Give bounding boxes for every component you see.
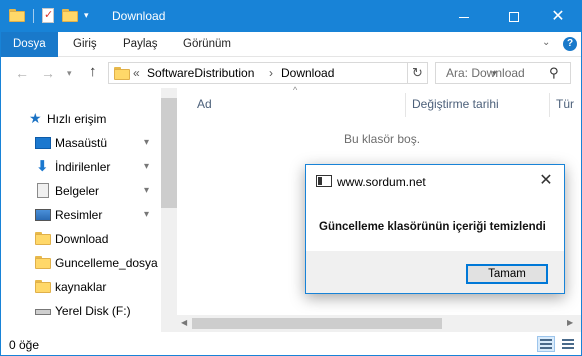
column-divider[interactable] — [405, 93, 406, 117]
search-input[interactable] — [436, 63, 546, 83]
tab-file[interactable]: Dosya — [1, 32, 58, 57]
column-header-name[interactable]: Ad — [197, 97, 212, 121]
sort-indicator-icon: ^ — [293, 85, 298, 95]
minimize-button[interactable] — [441, 1, 487, 32]
app-window-icon — [316, 175, 332, 187]
navigation-bar: ← → ▾ ↑ « SoftwareDistribution › Downloa… — [1, 58, 581, 88]
window-title: Download — [112, 9, 166, 23]
tab-view[interactable]: Görünüm — [183, 32, 231, 57]
sidebar-item-kaynaklar[interactable]: kaynaklar — [1, 276, 161, 298]
forward-button[interactable]: → — [41, 65, 55, 81]
minimize-icon — [459, 16, 469, 18]
tab-home[interactable]: Giriş — [73, 32, 97, 57]
dialog-title: www.sordum.net — [337, 175, 426, 189]
maximize-button[interactable] — [491, 1, 537, 32]
address-bar[interactable]: « SoftwareDistribution › Download ▾ — [108, 62, 497, 84]
dialog-footer: Tamam — [306, 251, 564, 293]
properties-icon[interactable] — [42, 8, 54, 23]
close-button[interactable]: ✕ — [535, 1, 581, 32]
sidebar-item-documents[interactable]: Belgeler ▾ — [1, 180, 161, 202]
horizontal-scrollbar[interactable]: ◀ ▶ — [177, 315, 581, 332]
help-icon[interactable]: ? — [563, 37, 577, 51]
toolbar-divider — [33, 8, 34, 23]
folder-icon — [114, 67, 130, 80]
column-divider[interactable] — [549, 93, 550, 117]
sidebar-scrollbar[interactable] — [161, 88, 177, 332]
breadcrumb-separator[interactable]: › — [269, 66, 273, 80]
navigation-pane: ★ Hızlı erişim Masaüstü ▾ ⬇ İndirilenler… — [1, 99, 176, 329]
back-button[interactable]: ← — [15, 65, 29, 81]
tab-share[interactable]: Paylaş — [123, 32, 158, 57]
horizontal-scrollbar-thumb[interactable] — [192, 318, 442, 329]
desktop-icon — [35, 137, 51, 149]
pin-icon[interactable]: ▾ — [144, 204, 149, 226]
sidebar-item-label: Resimler — [55, 208, 103, 222]
folder-icon — [35, 256, 51, 270]
new-folder-icon[interactable] — [62, 9, 78, 22]
message-dialog: www.sordum.net ✕ Güncelleme klasörünün i… — [305, 164, 565, 294]
item-count: 0 öğe — [9, 338, 40, 352]
pin-icon[interactable]: ▾ — [144, 156, 149, 178]
folder-icon — [35, 232, 51, 246]
close-icon: ✕ — [551, 8, 565, 25]
sidebar-item-label: kaynaklar — [55, 280, 107, 294]
drive-icon — [35, 309, 51, 315]
folder-icon — [9, 9, 25, 22]
status-bar: 0 öğe — [1, 333, 581, 355]
ribbon-tabs: Dosya Giriş Paylaş Görünüm ⌄ ? — [1, 32, 581, 57]
large-icons-view-button[interactable] — [559, 336, 577, 352]
sidebar-item-guncelleme-dosya[interactable]: Guncelleme_dosya — [1, 252, 161, 274]
sidebar-item-label: İndirilenler — [55, 160, 111, 174]
column-header-type[interactable]: Tür — [556, 97, 574, 121]
column-header-date-modified[interactable]: Değiştirme tarihi — [412, 97, 499, 121]
pin-icon[interactable]: ▾ — [144, 132, 149, 154]
quick-access-toolbar: ▾ — [9, 8, 89, 23]
sidebar-item-download[interactable]: Download — [1, 228, 161, 250]
sidebar-item-local-disk-f[interactable]: Yerel Disk (F:) — [1, 300, 161, 322]
up-button[interactable]: ↑ — [89, 63, 97, 80]
download-icon: ⬇ — [36, 158, 49, 175]
details-view-button[interactable] — [537, 336, 555, 352]
sidebar-item-label: Download — [55, 232, 109, 246]
dialog-message: Güncelleme klasörünün içeriği temizlendi — [319, 221, 546, 233]
title-bar[interactable]: ▾ Download ✕ — [1, 1, 581, 32]
breadcrumb-overflow[interactable]: « — [133, 66, 140, 80]
expand-ribbon-icon[interactable]: ⌄ — [542, 37, 550, 48]
empty-folder-message: Bu klasör boş. — [344, 132, 421, 146]
scroll-right-icon[interactable]: ▶ — [567, 318, 573, 327]
sidebar-item-desktop[interactable]: Masaüstü ▾ — [1, 132, 161, 154]
dialog-close-button[interactable]: ✕ — [533, 171, 559, 191]
dialog-title-bar[interactable]: www.sordum.net ✕ — [306, 165, 564, 197]
breadcrumb-download[interactable]: Download — [281, 66, 334, 80]
breadcrumb-softwaredistribution[interactable]: SoftwareDistribution — [147, 66, 254, 80]
folder-icon — [35, 280, 51, 294]
sidebar-item-label: Belgeler — [55, 184, 100, 198]
sidebar-item-label: Yerel Disk (F:) — [55, 304, 131, 318]
ok-button[interactable]: Tamam — [466, 264, 548, 284]
sidebar-item-label: Masaüstü — [55, 136, 108, 150]
sidebar-item-label: Guncelleme_dosya — [55, 256, 158, 270]
document-icon — [37, 183, 49, 198]
sidebar-scrollbar-thumb[interactable] — [161, 98, 177, 208]
sidebar-item-pictures[interactable]: Resimler ▾ — [1, 204, 161, 226]
star-icon: ★ — [29, 110, 42, 126]
sidebar-item-label: Hızlı erişim — [47, 112, 107, 126]
explorer-window: ▾ Download ✕ Dosya Giriş Paylaş Görünüm … — [0, 0, 582, 356]
scroll-left-icon[interactable]: ◀ — [181, 318, 187, 327]
recent-locations-icon[interactable]: ▾ — [67, 68, 72, 79]
maximize-icon — [509, 12, 519, 23]
picture-icon — [35, 209, 51, 221]
search-box[interactable]: ⚲ — [435, 62, 571, 84]
search-icon[interactable]: ⚲ — [549, 65, 559, 81]
refresh-button[interactable]: ↻ — [408, 62, 428, 84]
pin-icon[interactable]: ▾ — [144, 180, 149, 202]
customize-toolbar-icon[interactable]: ▾ — [84, 10, 89, 21]
sidebar-item-downloads[interactable]: ⬇ İndirilenler ▾ — [1, 156, 161, 178]
sidebar-item-quick-access[interactable]: ★ Hızlı erişim — [1, 108, 161, 130]
